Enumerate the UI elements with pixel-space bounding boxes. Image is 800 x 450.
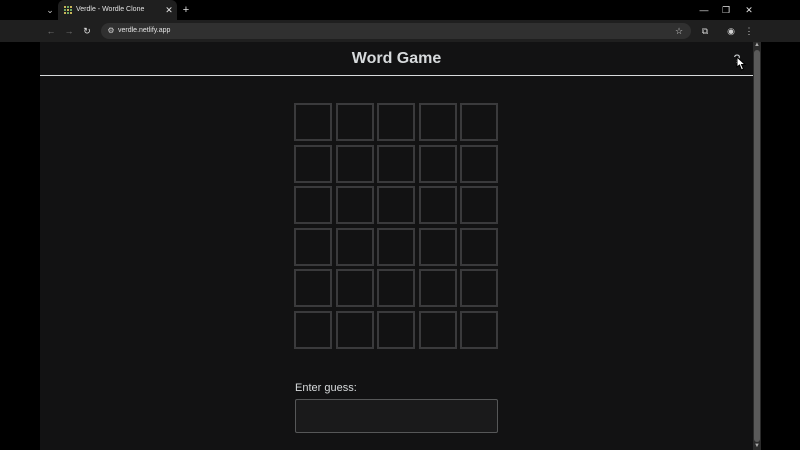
window-edge: [761, 42, 800, 450]
verdle-favicon-icon: [64, 6, 72, 14]
letter-tile: [377, 269, 415, 307]
active-tab[interactable]: Verdle - Wordle Clone ✕: [58, 0, 177, 20]
letter-tile: [294, 186, 332, 224]
new-tab-icon[interactable]: +: [180, 4, 192, 16]
tab-strip: ⌄ Verdle - Wordle Clone ✕ + — ❐ ✕: [0, 0, 800, 20]
bookmark-star-icon[interactable]: ☆: [673, 25, 685, 37]
page-scrollbar[interactable]: ▲ ▼: [753, 42, 761, 450]
tab-close-icon[interactable]: ✕: [163, 4, 175, 16]
letter-tile: [460, 186, 498, 224]
page-viewport: Word Game ? Enter guess:: [40, 42, 753, 450]
browser-toolbar: ← → ↻ ⚙ verdle.netlify.app ☆ ⧉ ◉ ⋮: [0, 20, 800, 42]
letter-tile: [294, 103, 332, 141]
restore-icon[interactable]: ❐: [719, 3, 733, 17]
letter-tile: [294, 310, 332, 349]
letter-tile: [335, 310, 374, 349]
address-bar[interactable]: ⚙ verdle.netlify.app ☆: [101, 23, 691, 39]
scroll-up-icon[interactable]: ▲: [753, 42, 761, 49]
guess-label: Enter guess:: [295, 382, 357, 394]
guess-input[interactable]: [295, 399, 498, 433]
profile-icon[interactable]: ◉: [725, 25, 737, 37]
letter-tile: [377, 144, 415, 183]
scroll-down-icon[interactable]: ▼: [753, 443, 761, 450]
minimize-icon[interactable]: —: [697, 3, 711, 17]
letter-tile: [335, 186, 374, 224]
window-close-icon[interactable]: ✕: [742, 3, 756, 17]
letter-tile: [418, 227, 457, 266]
letter-tile: [335, 269, 374, 307]
letter-tile: [335, 227, 374, 266]
letter-tile: [418, 103, 457, 141]
letter-tile: [418, 186, 457, 224]
site-info-icon[interactable]: ⚙: [105, 25, 117, 37]
letter-tile: [418, 144, 457, 183]
letter-tile: [377, 103, 415, 141]
page-title: Word Game: [351, 50, 442, 67]
extensions-icon[interactable]: ⧉: [699, 25, 711, 37]
letter-tile: [377, 227, 415, 266]
letter-tile: [418, 310, 457, 349]
reload-icon[interactable]: ↻: [81, 25, 93, 37]
letter-tile: [460, 227, 498, 266]
letter-tile: [460, 144, 498, 183]
page-header: Word Game ?: [40, 42, 753, 76]
mouse-cursor-icon: [736, 56, 747, 71]
forward-icon[interactable]: →: [63, 25, 75, 37]
url-text[interactable]: verdle.netlify.app: [118, 25, 170, 37]
letter-tile: [377, 310, 415, 349]
game-board: [294, 103, 499, 350]
letter-tile: [294, 144, 332, 183]
browser-menu-icon[interactable]: ⋮: [743, 25, 755, 37]
letter-tile: [460, 103, 498, 141]
letter-tile: [335, 144, 374, 183]
scroll-thumb[interactable]: [754, 50, 760, 442]
letter-tile: [294, 227, 332, 266]
letter-tile: [294, 269, 332, 307]
back-icon[interactable]: ←: [45, 25, 57, 37]
letter-tile: [460, 269, 498, 307]
letter-tile: [335, 103, 374, 141]
letter-tile: [377, 186, 415, 224]
tab-search-dropdown-icon[interactable]: ⌄: [44, 4, 56, 16]
letter-tile: [460, 310, 498, 349]
tab-title: Verdle - Wordle Clone: [76, 6, 145, 13]
letter-tile: [418, 269, 457, 307]
